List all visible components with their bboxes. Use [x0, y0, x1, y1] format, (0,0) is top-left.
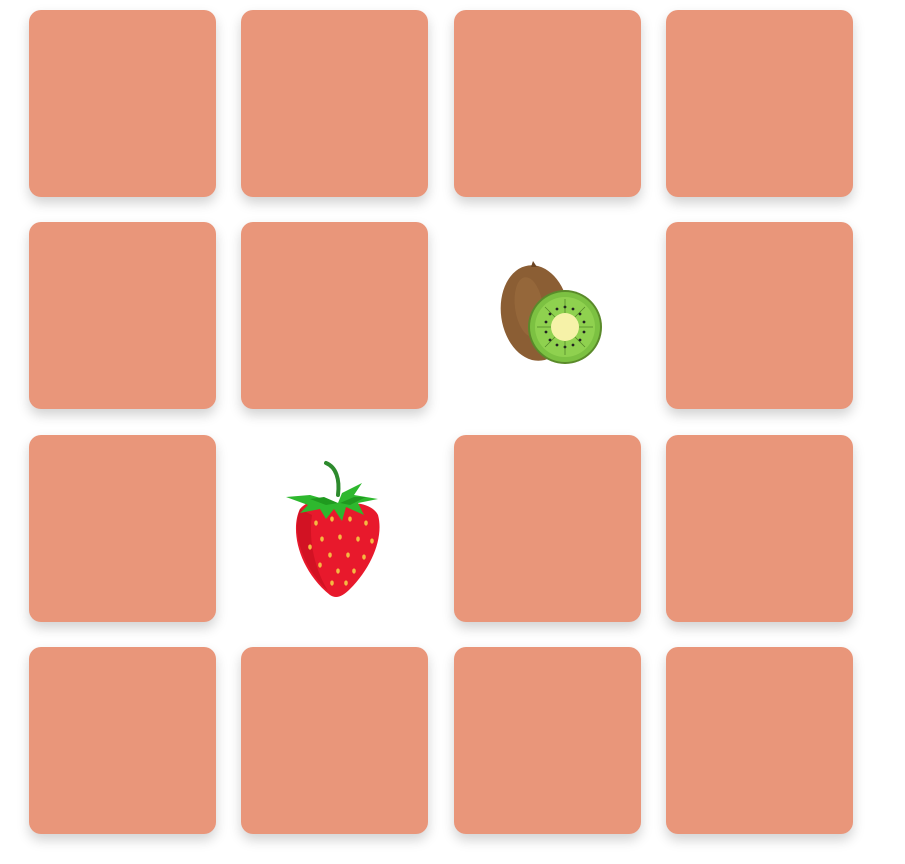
- card-r3-c4[interactable]: [666, 435, 853, 622]
- card-r4-c2[interactable]: [241, 647, 428, 834]
- card-r2-c4[interactable]: [666, 222, 853, 409]
- card-r3-c3[interactable]: [454, 435, 641, 622]
- card-r1-c3[interactable]: [454, 10, 641, 197]
- card-r4-c4[interactable]: [666, 647, 853, 834]
- card-r1-c2[interactable]: [241, 10, 428, 197]
- card-r4-c3[interactable]: [454, 647, 641, 834]
- card-r4-c1[interactable]: [29, 647, 216, 834]
- card-r2-c3[interactable]: [454, 222, 641, 409]
- kiwi-icon: [493, 260, 603, 371]
- memory-game-board: [0, 0, 905, 864]
- card-r3-c2[interactable]: [241, 435, 428, 622]
- strawberry-icon: [280, 459, 390, 599]
- card-r1-c4[interactable]: [666, 10, 853, 197]
- card-r2-c1[interactable]: [29, 222, 216, 409]
- card-r2-c2[interactable]: [241, 222, 428, 409]
- card-r1-c1[interactable]: [29, 10, 216, 197]
- card-r3-c1[interactable]: [29, 435, 216, 622]
